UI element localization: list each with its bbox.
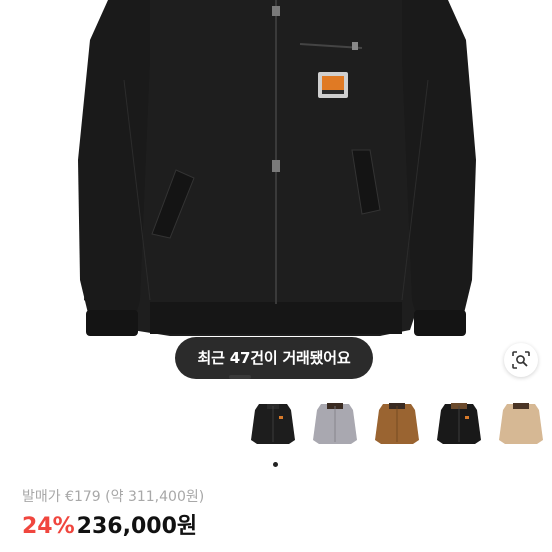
pager-indicator-active: [229, 375, 251, 379]
color-option-black[interactable]: [245, 396, 301, 452]
color-option-beige[interactable]: [493, 396, 549, 452]
product-image[interactable]: 최근 47건이 거래됐어요: [0, 0, 552, 392]
color-option-list: [245, 396, 552, 460]
thumb-jacket-beige: [499, 403, 543, 444]
release-price: 발매가 €179 (약 311,400원): [22, 489, 205, 505]
color-option-black-brown-collar[interactable]: [431, 396, 487, 452]
recent-trades-toast: 최근 47건이 거래됐어요: [175, 337, 373, 379]
thumb-jacket-black: [251, 404, 295, 444]
product-page: 최근 47건이 거래됐어요 발매가 €179 (약 311,400원) 24%2…: [0, 0, 552, 552]
image-pager: [229, 375, 251, 379]
discount-rate: 24%: [22, 514, 75, 539]
color-option-brown[interactable]: [369, 396, 425, 452]
color-option-grey[interactable]: [307, 396, 363, 452]
current-price: 236,000원: [76, 514, 198, 539]
price-row: 24%236,000원: [22, 508, 197, 542]
thumb-jacket-black-brown-collar: [437, 403, 481, 444]
thumb-jacket-grey: [313, 403, 357, 444]
image-search-button[interactable]: [504, 343, 538, 377]
image-search-icon: [512, 351, 530, 369]
thumb-jacket-brown: [375, 403, 419, 444]
jacket-image: [78, 0, 476, 336]
selected-option-indicator: [273, 462, 278, 467]
